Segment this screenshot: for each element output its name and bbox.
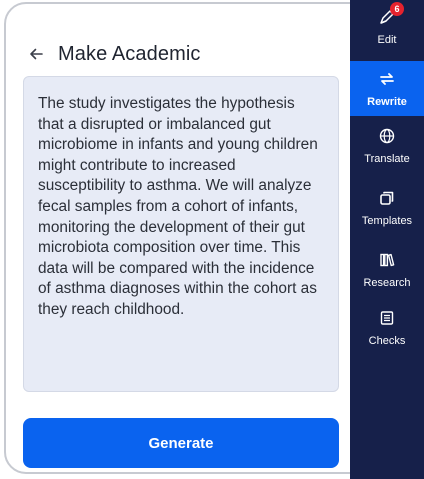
sidebar-item-label: Templates xyxy=(361,215,413,227)
generate-button[interactable]: Generate xyxy=(23,418,339,468)
globe-icon xyxy=(378,127,396,150)
sidebar-item-translate[interactable]: Translate xyxy=(350,127,424,177)
books-icon xyxy=(378,251,396,274)
tools-sidebar: 6 Edit Rewrite Translate Templates Resea… xyxy=(350,0,424,479)
notification-badge: 6 xyxy=(390,2,404,16)
page-title: Make Academic xyxy=(58,42,201,65)
sidebar-item-label: Rewrite xyxy=(367,96,407,108)
rewritten-text-box[interactable]: The study investigates the hypothesis th… xyxy=(23,76,339,392)
sidebar-item-label: Translate xyxy=(364,153,410,165)
sidebar-item-label: Research xyxy=(363,277,411,289)
sidebar-item-checks[interactable]: Checks xyxy=(350,309,424,359)
sidebar-item-edit[interactable]: 6 Edit xyxy=(350,0,424,58)
sidebar-item-label: Checks xyxy=(368,335,406,347)
sidebar-item-rewrite[interactable]: Rewrite xyxy=(350,61,424,116)
sidebar-item-research[interactable]: Research xyxy=(350,251,424,301)
panel-header: Make Academic xyxy=(26,40,200,68)
make-academic-panel: Make Academic The study investigates the… xyxy=(4,2,376,474)
app-frame: Make Academic The study investigates the… xyxy=(0,0,424,479)
rewritten-text: The study investigates the hypothesis th… xyxy=(38,95,318,318)
sidebar-item-templates[interactable]: Templates xyxy=(350,189,424,239)
sidebar-item-label: Edit xyxy=(377,34,397,46)
back-arrow-icon[interactable] xyxy=(26,42,46,66)
templates-icon xyxy=(378,189,396,212)
checklist-icon xyxy=(378,309,396,332)
rewrite-arrows-icon xyxy=(378,70,396,93)
